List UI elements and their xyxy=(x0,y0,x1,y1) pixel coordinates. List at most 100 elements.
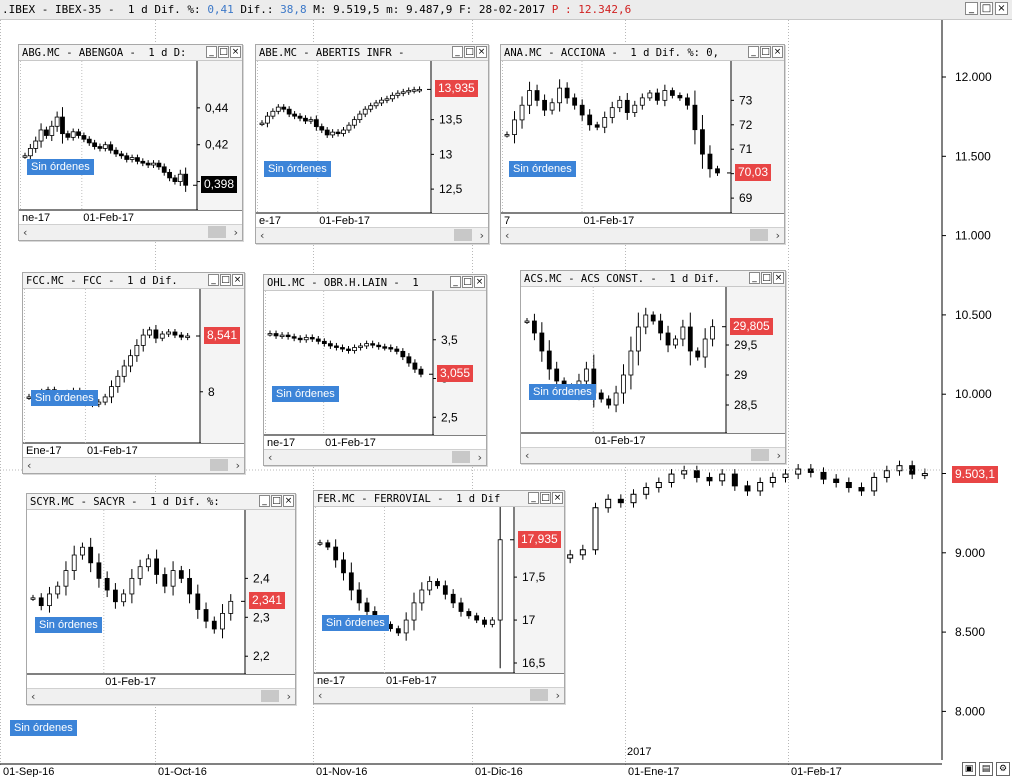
minimize-button[interactable]: _ xyxy=(259,495,270,507)
maximize-button[interactable]: □ xyxy=(218,46,229,58)
minimize-button[interactable]: _ xyxy=(749,272,760,284)
minimize-button[interactable]: _ xyxy=(748,46,759,58)
scroll-left-icon[interactable]: ‹ xyxy=(31,690,35,703)
maximize-button[interactable]: □ xyxy=(462,276,473,288)
candle-body xyxy=(172,177,178,182)
scroll-left-icon[interactable]: ‹ xyxy=(27,459,31,472)
sin-ordenes-button[interactable]: Sin órdenes xyxy=(322,615,389,631)
sin-ordenes-button[interactable]: Sin órdenes xyxy=(31,390,98,406)
candle-body xyxy=(273,333,279,337)
horizontal-scrollbar[interactable]: ‹ › xyxy=(264,449,486,465)
last-price-label: 70,03 xyxy=(735,163,772,181)
close-button[interactable]: × xyxy=(772,46,783,58)
candle-body xyxy=(135,157,140,162)
candle-body xyxy=(315,338,321,342)
chart-window-6[interactable]: ACS.MC - ACS CONST. - 1 d Dif. _ □ × 29,5 29 2… xyxy=(520,270,786,464)
minimize-button[interactable]: _ xyxy=(208,274,219,286)
scroll-right-icon[interactable]: › xyxy=(480,229,484,242)
maximize-button[interactable]: □ xyxy=(271,495,282,507)
sin-ordenes-main[interactable]: Sin órdenes xyxy=(10,720,77,736)
horizontal-scrollbar[interactable]: ‹ › xyxy=(23,457,244,473)
scroll-thumb[interactable] xyxy=(751,449,769,461)
settings-icon[interactable]: ⚙ xyxy=(996,762,1010,776)
chart-window-8[interactable]: FER.MC - FERROVIAL - 1 d Dif _ □ × 17,5 17 16,… xyxy=(313,490,565,704)
scroll-right-icon[interactable]: › xyxy=(287,690,291,703)
scroll-thumb[interactable] xyxy=(750,229,768,241)
candle-body xyxy=(583,368,589,382)
horizontal-scrollbar[interactable]: ‹ › xyxy=(27,688,295,704)
sin-ordenes-button[interactable]: Sin órdenes xyxy=(264,161,331,177)
candle-body xyxy=(292,113,297,117)
maximize-button[interactable]: □ xyxy=(220,274,231,286)
scroll-left-icon[interactable]: ‹ xyxy=(525,449,529,462)
horizontal-scrollbar[interactable]: ‹ › xyxy=(501,227,784,243)
close-button[interactable]: × xyxy=(474,276,485,288)
candle-body xyxy=(267,333,273,336)
minimize-button[interactable]: _ xyxy=(528,492,539,504)
scroll-left-icon[interactable]: ‹ xyxy=(260,229,264,242)
main-candle-body xyxy=(617,498,624,504)
candle-body xyxy=(47,593,52,607)
scroll-thumb[interactable] xyxy=(261,690,279,702)
close-button[interactable]: × xyxy=(230,46,241,58)
close-button[interactable]: × xyxy=(232,274,243,286)
candle-body xyxy=(379,99,384,104)
minimize-button[interactable]: _ xyxy=(450,276,461,288)
close-button[interactable]: × xyxy=(552,492,563,504)
chart-window-7[interactable]: SCYR.MC - SACYR - 1 d Dif. %: _ □ × 2,4 2,3 2,… xyxy=(26,493,296,705)
window-icon[interactable]: ▤ xyxy=(979,762,993,776)
sin-ordenes-button[interactable]: Sin órdenes xyxy=(272,386,339,402)
y-tick-label: 10.500 xyxy=(955,308,992,322)
y-tick-label: 29 xyxy=(734,368,748,382)
scroll-thumb[interactable] xyxy=(210,459,228,471)
y-tick-label: 28,5 xyxy=(734,398,758,412)
scroll-thumb[interactable] xyxy=(530,689,548,701)
chart-window-2[interactable]: ABE.MC - ABERTIS INFR - _ □ × 13,5 13 12,5 e-17… xyxy=(255,44,489,244)
scroll-left-icon[interactable]: ‹ xyxy=(318,689,322,702)
sin-ordenes-button[interactable]: Sin órdenes xyxy=(509,161,576,177)
candle-body xyxy=(44,129,49,136)
chart-window-1[interactable]: ABG.MC - ABENGOA - 1 d D:_□×0,440,420,40… xyxy=(18,44,243,241)
sin-ordenes-button[interactable]: Sin órdenes xyxy=(35,617,102,633)
scroll-right-icon[interactable]: › xyxy=(777,449,781,462)
scroll-thumb[interactable] xyxy=(452,451,470,463)
chart-window-3[interactable]: ANA.MC - ACCIONA - 1 d Dif. %: 0, _ □ × 73 72… xyxy=(500,44,785,244)
candle-body xyxy=(156,162,162,168)
x-tick-label: e-17 xyxy=(259,215,281,227)
minimize-button[interactable]: _ xyxy=(452,46,463,58)
scroll-thumb[interactable] xyxy=(208,226,226,238)
candle-body xyxy=(665,332,671,346)
horizontal-scrollbar[interactable]: ‹ › xyxy=(19,224,242,240)
scroll-right-icon[interactable]: › xyxy=(478,451,482,464)
horizontal-scrollbar[interactable]: ‹ › xyxy=(314,687,564,703)
close-button[interactable]: × xyxy=(476,46,487,58)
chart-window-5[interactable]: OHL.MC - OBR.H.LAIN - 1_□×3,532,5ne-1701… xyxy=(263,274,487,466)
scroll-right-icon[interactable]: › xyxy=(236,459,240,472)
scroll-right-icon[interactable]: › xyxy=(556,689,560,702)
maximize-button[interactable]: □ xyxy=(760,46,771,58)
scroll-thumb[interactable] xyxy=(454,229,472,241)
chart-window-4[interactable]: FCC.MC - FCC - 1 d Dif. _ □ × 8 Ene-17 01-Feb-… xyxy=(22,272,245,474)
scroll-right-icon[interactable]: › xyxy=(234,226,238,239)
close-button[interactable]: × xyxy=(773,272,784,284)
scroll-right-icon[interactable]: › xyxy=(776,229,780,242)
horizontal-scrollbar[interactable]: ‹ › xyxy=(256,227,488,243)
maximize-button[interactable]: □ xyxy=(761,272,772,284)
candle-body xyxy=(376,344,382,348)
candle-body xyxy=(104,577,110,591)
candle-body xyxy=(80,546,85,556)
save-icon[interactable]: ▣ xyxy=(962,762,976,776)
close-button[interactable]: × xyxy=(283,495,294,507)
candle-body xyxy=(167,171,172,179)
scroll-left-icon[interactable]: ‹ xyxy=(268,451,272,464)
candle-body xyxy=(291,336,297,339)
scroll-left-icon[interactable]: ‹ xyxy=(505,229,509,242)
candle-body xyxy=(308,119,314,122)
maximize-button[interactable]: □ xyxy=(464,46,475,58)
scroll-left-icon[interactable]: ‹ xyxy=(23,226,27,239)
sin-ordenes-button[interactable]: Sin órdenes xyxy=(529,384,596,400)
minimize-button[interactable]: _ xyxy=(206,46,217,58)
horizontal-scrollbar[interactable]: ‹ › xyxy=(521,447,785,463)
sin-ordenes-button[interactable]: Sin órdenes xyxy=(27,159,94,175)
maximize-button[interactable]: □ xyxy=(540,492,551,504)
